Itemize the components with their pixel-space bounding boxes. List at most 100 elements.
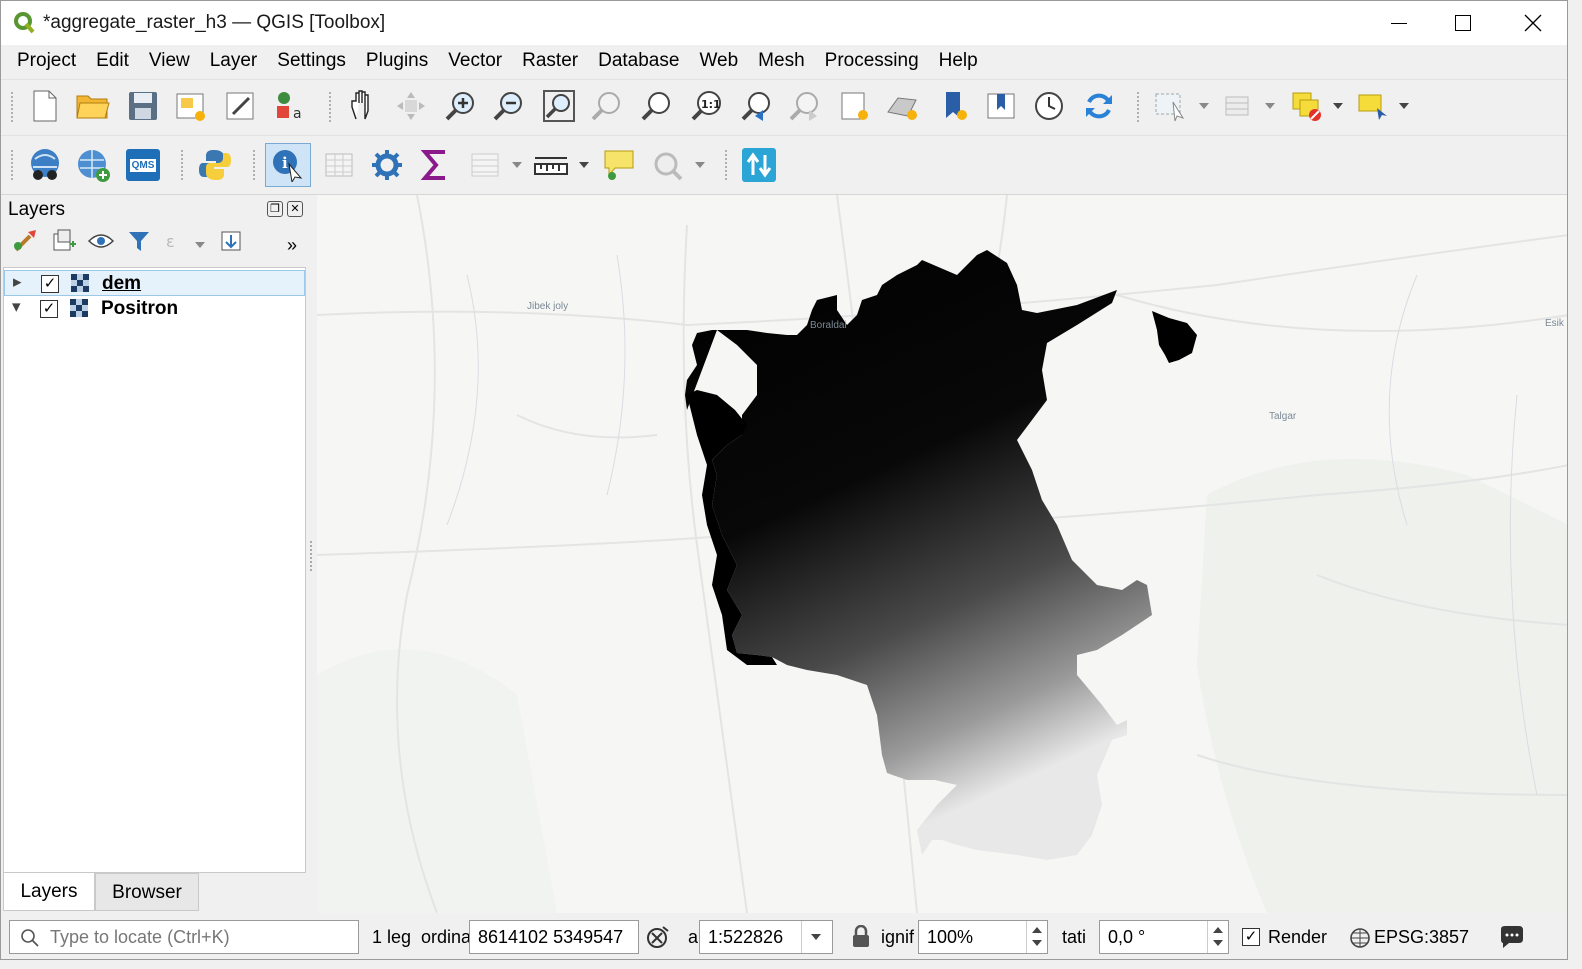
menu-database[interactable]: Database <box>588 45 689 77</box>
zoom-in-button[interactable] <box>441 86 481 126</box>
attribute-table-dropdown[interactable] <box>1265 103 1275 109</box>
select-features-button[interactable] <box>1151 86 1191 126</box>
panel-splitter[interactable] <box>310 541 315 571</box>
style-manager-button[interactable]: a <box>271 86 311 126</box>
layout-manager-button[interactable] <box>221 86 261 126</box>
toolbar-grip[interactable] <box>1137 92 1143 122</box>
add-wms-button[interactable] <box>73 145 113 185</box>
menu-processing[interactable]: Processing <box>815 45 929 77</box>
close-panel-button[interactable]: ✕ <box>287 201 303 217</box>
scale-dropdown[interactable] <box>801 921 832 953</box>
locator-search-input[interactable]: Type to locate (Ctrl+K) <box>9 920 359 954</box>
scale-combobox[interactable]: 1:522826 <box>699 920 833 954</box>
menu-help[interactable]: Help <box>929 45 988 77</box>
maximize-button[interactable] <box>1433 1 1493 45</box>
measure-line-button[interactable] <box>531 145 571 185</box>
open-attribute-table-button[interactable] <box>465 145 505 185</box>
metasearch-button[interactable] <box>25 145 65 185</box>
open-project-button[interactable] <box>73 86 113 126</box>
menu-view[interactable]: View <box>139 45 200 77</box>
zoom-to-layer-button[interactable] <box>637 86 677 126</box>
filter-legend-button[interactable] <box>123 225 155 257</box>
field-calculator-button[interactable] <box>319 145 359 185</box>
zoom-out-button[interactable] <box>489 86 529 126</box>
float-panel-button[interactable]: ❐ <box>267 201 283 217</box>
toolbar-grip[interactable] <box>725 150 731 180</box>
new-print-layout-button[interactable] <box>171 86 211 126</box>
rotation-spinbox[interactable]: 0,0 ° <box>1099 920 1229 954</box>
filter-by-expression-button[interactable]: ε <box>159 225 191 257</box>
new-map-view-button[interactable] <box>835 86 875 126</box>
crs-button[interactable]: EPSG:3857 <box>1374 927 1469 948</box>
layer-row-positron[interactable]: ▾ ✓ Positron <box>4 296 305 322</box>
menu-settings[interactable]: Settings <box>267 45 356 77</box>
magnifier-stepper[interactable] <box>1026 921 1047 953</box>
close-button[interactable] <box>1503 1 1563 45</box>
pan-map-button[interactable] <box>343 86 383 126</box>
vertex-swap-button[interactable] <box>739 145 779 185</box>
layer-visibility-checkbox[interactable]: ✓ <box>41 275 59 293</box>
toggle-extents-icon[interactable] <box>646 925 670 951</box>
expand-arrow-icon[interactable]: ▸ <box>13 272 22 292</box>
more-tools-button[interactable]: » <box>287 235 297 256</box>
zoom-native-button[interactable]: 1:1 <box>687 86 727 126</box>
minimize-button[interactable] <box>1369 1 1429 45</box>
messages-icon[interactable] <box>1499 925 1525 949</box>
zoom-next-button[interactable] <box>785 86 825 126</box>
measure-dropdown[interactable] <box>579 162 589 168</box>
attribute-table-menu-dropdown[interactable] <box>512 162 522 168</box>
map-tips-button[interactable] <box>599 145 639 185</box>
quickmapservices-button[interactable]: QMS <box>123 145 163 185</box>
spatial-query-button[interactable] <box>647 145 687 185</box>
map-canvas[interactable]: Jibek joly Boraldai Talgar Esik <box>317 195 1567 913</box>
filter-expression-dropdown[interactable] <box>195 242 205 248</box>
deselect-features-dropdown[interactable] <box>1333 103 1343 109</box>
toolbar-grip[interactable] <box>253 150 259 180</box>
menu-raster[interactable]: Raster <box>512 45 588 77</box>
statistical-summary-button[interactable] <box>415 145 455 185</box>
zoom-full-button[interactable] <box>539 86 579 126</box>
render-checkbox[interactable]: ✓ <box>1242 928 1260 946</box>
deselect-features-button[interactable] <box>1287 86 1327 126</box>
coordinate-field[interactable]: 8614102 5349547 <box>469 920 639 954</box>
new-spatial-bookmark-button[interactable] <box>935 86 975 126</box>
identify-features-button[interactable]: i <box>265 143 311 187</box>
tab-browser[interactable]: Browser <box>95 873 199 911</box>
pan-to-selection-button[interactable] <box>391 86 431 126</box>
menu-edit[interactable]: Edit <box>86 45 139 77</box>
manage-visibility-button[interactable] <box>85 225 117 257</box>
menu-project[interactable]: Project <box>7 45 86 77</box>
save-project-button[interactable] <box>123 86 163 126</box>
toolbar-grip[interactable] <box>11 92 17 122</box>
spatial-query-dropdown[interactable] <box>695 162 705 168</box>
zoom-to-selection-button[interactable] <box>587 86 627 126</box>
expand-all-button[interactable] <box>215 225 247 257</box>
toolbar-grip[interactable] <box>11 150 17 180</box>
magnifier-spinbox[interactable]: 100% <box>918 920 1048 954</box>
menu-web[interactable]: Web <box>689 45 748 77</box>
select-features-dropdown[interactable] <box>1199 103 1209 109</box>
menu-mesh[interactable]: Mesh <box>748 45 814 77</box>
crs-globe-icon[interactable] <box>1349 927 1371 949</box>
add-group-button[interactable] <box>47 225 79 257</box>
menu-vector[interactable]: Vector <box>438 45 512 77</box>
new-project-button[interactable] <box>25 86 65 126</box>
attribute-table-selection-button[interactable] <box>1219 86 1259 126</box>
lock-scale-icon[interactable] <box>851 925 871 949</box>
menu-plugins[interactable]: Plugins <box>356 45 438 77</box>
refresh-button[interactable] <box>1079 86 1119 126</box>
layer-row-dem[interactable]: ▸ ✓ dem <box>4 270 305 296</box>
annotation-button[interactable] <box>1353 86 1393 126</box>
layer-visibility-checkbox[interactable]: ✓ <box>40 300 58 318</box>
zoom-last-button[interactable] <box>737 86 777 126</box>
temporal-controller-button[interactable] <box>1029 86 1069 126</box>
toolbar-grip[interactable] <box>329 92 335 122</box>
collapse-arrow-icon[interactable]: ▾ <box>12 297 21 317</box>
open-layer-styling-button[interactable] <box>9 225 41 257</box>
show-bookmarks-button[interactable] <box>981 86 1021 126</box>
new-3d-map-view-button[interactable] <box>883 86 923 126</box>
toolbar-grip[interactable] <box>181 150 187 180</box>
python-console-button[interactable] <box>195 145 235 185</box>
tab-layers[interactable]: Layers <box>3 873 95 911</box>
annotation-dropdown[interactable] <box>1399 103 1409 109</box>
